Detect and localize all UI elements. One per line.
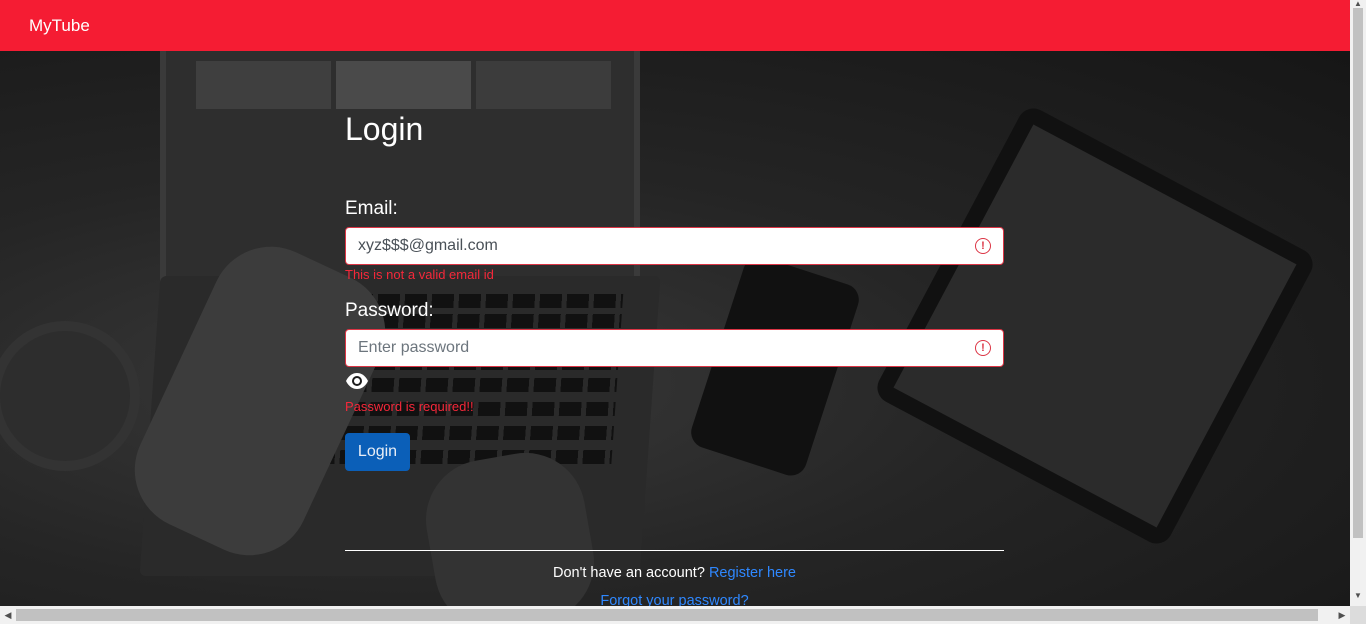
scrollbar-corner [1350,606,1366,624]
scroll-left-arrow-icon[interactable]: ◀ [2,609,14,621]
exclamation-circle-icon: ! [975,340,991,356]
exclamation-circle-icon: ! [975,238,991,254]
email-label: Email: [345,198,398,219]
email-field[interactable]: ! [345,227,1004,265]
vertical-scrollbar[interactable]: ▲ ▼ [1350,0,1366,606]
login-button[interactable]: Login [345,433,410,471]
horizontal-scrollbar[interactable]: ◀ ▶ [0,606,1350,624]
password-error-message: Password is required!! [345,399,474,414]
page-title: Login [345,111,424,147]
brand-logo[interactable]: MyTube [29,16,90,36]
register-link[interactable]: Register here [709,565,796,581]
email-input[interactable] [358,237,975,255]
bg-coffee-cup [0,321,140,471]
register-prompt: Don't have an account? Register here [345,565,1004,581]
password-input[interactable] [358,339,975,357]
login-form: Login Email: ! This is not a valid email… [345,51,1005,609]
navbar: MyTube [0,0,1350,51]
scroll-right-arrow-icon[interactable]: ▶ [1336,609,1348,621]
scroll-up-arrow-icon[interactable]: ▲ [1353,0,1363,8]
password-label: Password: [345,300,434,321]
email-error-message: This is not a valid email id [345,267,494,282]
eye-icon[interactable] [345,369,369,393]
scroll-down-arrow-icon[interactable]: ▼ [1353,592,1363,600]
register-prompt-text: Don't have an account? [553,565,705,581]
horizontal-scroll-thumb[interactable] [16,609,1318,621]
divider [345,550,1004,551]
password-field[interactable]: ! [345,329,1004,367]
vertical-scroll-thumb[interactable] [1353,8,1363,538]
